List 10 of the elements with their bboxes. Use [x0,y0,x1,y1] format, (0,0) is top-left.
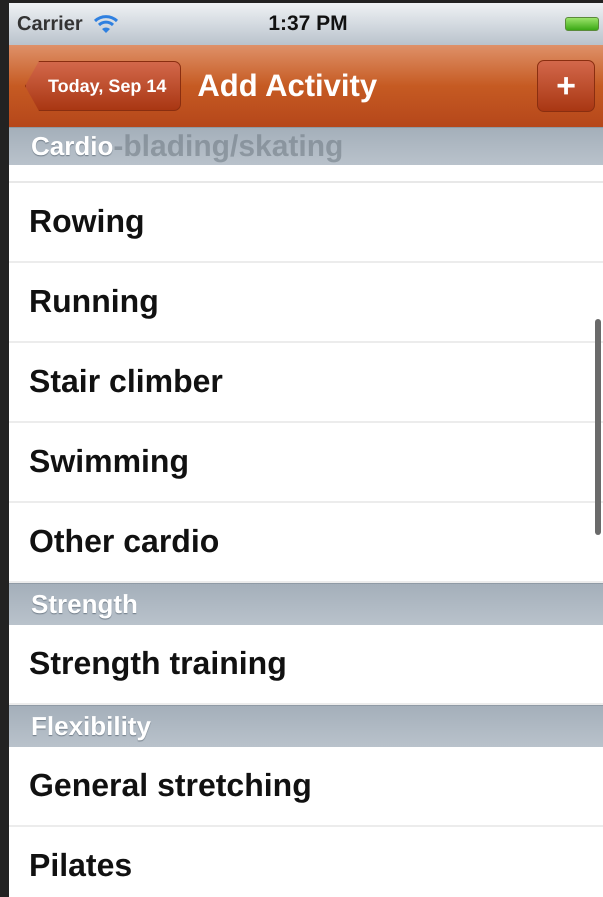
back-button[interactable]: Today, Sep 14 [25,61,182,111]
carrier-label: Carrier [17,12,83,36]
section-title: Strength [31,589,138,620]
wifi-icon [92,14,119,34]
section-title: Cardio [31,131,114,162]
add-button[interactable]: + [537,60,595,112]
screen-title: Add Activity [197,68,378,104]
clock-time: 1:37 PM [268,12,348,36]
battery-icon [565,17,599,31]
section-title: Flexibility [31,711,151,742]
